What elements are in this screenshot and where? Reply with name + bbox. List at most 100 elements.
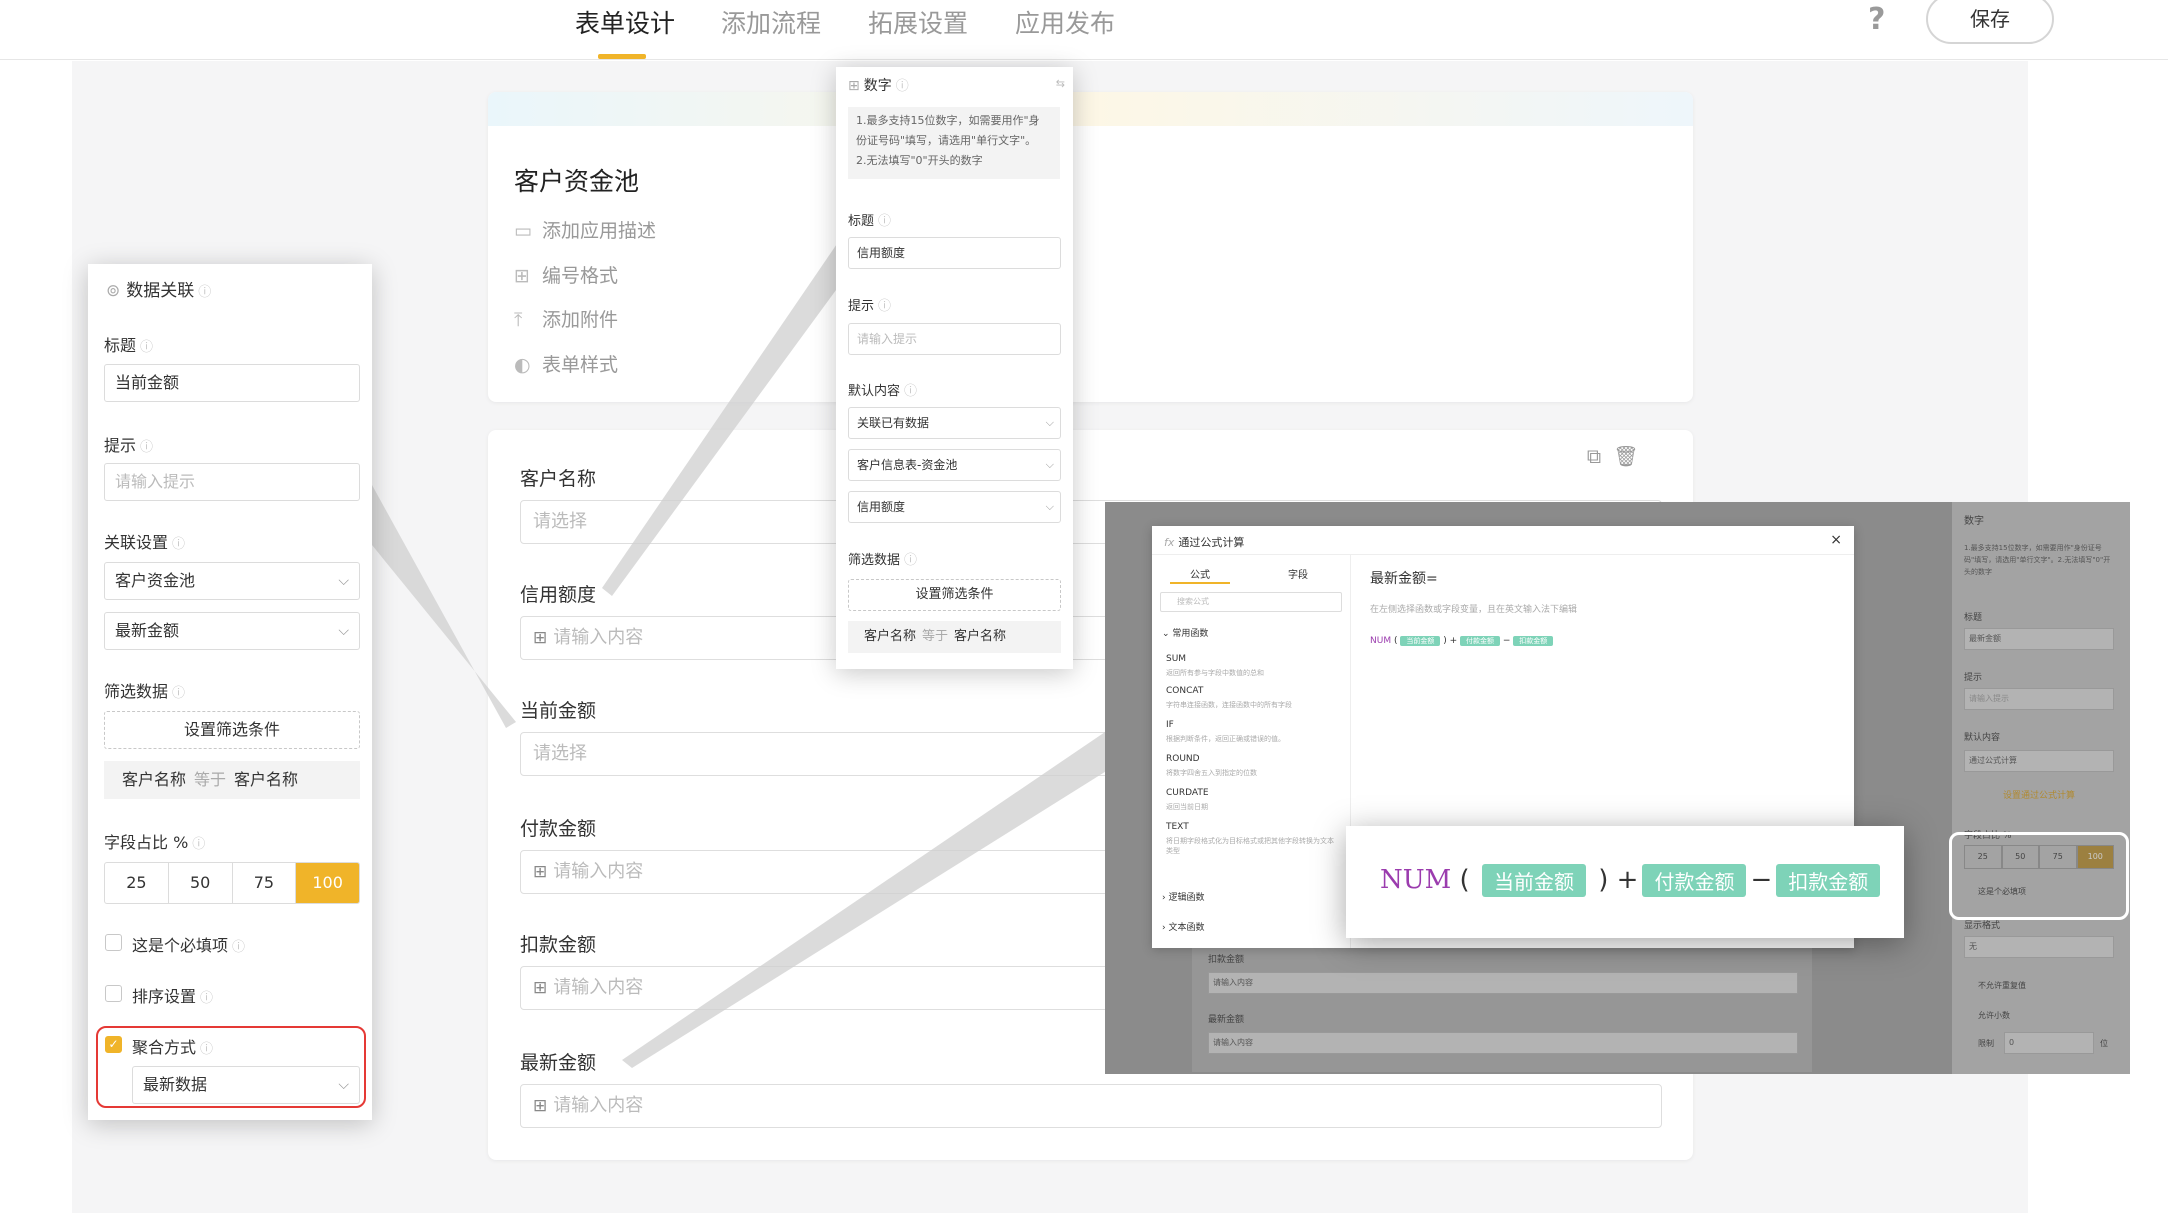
help-icon: ⓘ [172,686,186,701]
formula-chip-current-amount: 当前金额 [1481,864,1586,897]
title-input[interactable]: 当前金额 [104,364,360,402]
required-checkbox[interactable] [105,934,122,951]
filter-operator: 等于 [922,629,949,644]
label-text: 筛选数据 [848,553,901,568]
group-common[interactable]: ⌄ 常用函数 [1162,626,1208,639]
number-icon: ⊞ [848,78,860,94]
dimmed-label: 最新金额 [1208,1015,1245,1025]
function-desc: 将数字四舍五入到指定的位数 [1166,769,1257,777]
group-label: 文本函数 [1168,923,1205,933]
number-field-settings-panel: ⊞ 数字 ⓘ ⇆ 1.最多支持15位数字，如需要用作"身 份证号码"填写，请选用"单… [836,67,1073,669]
formula-target: 最新金额= [1370,571,1438,587]
formula-editor-small[interactable]: NUM ( 当前金额 ) + 付款金额 − 扣款金额 [1370,636,1554,646]
link-form-select[interactable]: 客户资金池 ⌵ [104,562,360,600]
title-input: 最新金额 [1964,628,2114,650]
function-if[interactable]: IF [1166,720,1174,730]
filter-right: 客户名称 [954,629,1007,644]
link-icon: ⊚ [106,281,121,301]
panel-title: 数字 [1964,516,1984,527]
label-text: 排序设置 [132,987,197,1006]
width-option-100[interactable]: 100 [296,863,359,903]
help-icon: ⓘ [200,991,214,1006]
sort-checkbox[interactable] [105,985,122,1002]
fx-icon: fx [1164,536,1175,549]
panel-header: ⊞ 数字 ⓘ [848,75,909,95]
group-text[interactable]: › 文本函数 [1162,920,1204,933]
default-select: 通过公式计算 [1964,750,2114,772]
dimmed-placeholder: 请输入内容 [1213,978,1253,987]
sort-label: 排序设置 ⓘ [132,983,213,1007]
function-concat[interactable]: CONCAT [1166,686,1203,696]
dimmed-placeholder: 请输入内容 [1213,1038,1253,1047]
formula-chip-deduct-amount: 扣款金额 [1776,864,1881,897]
default-content-label: 默认内容 ⓘ [848,380,917,399]
no-repeat-label: 不允许重复值 [1978,981,2026,990]
swap-icon[interactable]: ⇆ [1056,77,1065,90]
panel-title: 数字 [863,78,892,94]
filter-condition-row[interactable]: 客户名称 等于 客户名称 [104,761,360,799]
dimmed-label: 扣款金额 [1208,955,1245,965]
aggregate-highlight-box [96,1026,366,1108]
hint-label: 提示 [1964,673,1983,683]
help-icon: ⓘ [198,285,212,300]
formula-function: NUM [1380,865,1452,895]
help-icon: ⓘ [904,553,918,568]
width-ratio-segmented: 25 50 75 100 [104,862,360,904]
select-value: 客户信息表-资金池 [857,458,958,472]
formula-chip: 扣款金额 [1513,636,1554,646]
panel-header: ⊚ 数据关联 ⓘ [106,276,211,301]
group-label: 逻辑函数 [1168,893,1205,903]
link-field-select[interactable]: 最新金额 ⌵ [104,612,360,650]
note-line: 份证号码"填写，请选用"单行文字"。 [856,134,1037,147]
width-option-50[interactable]: 50 [169,863,233,903]
help-icon: ⓘ [904,384,918,399]
set-filter-button[interactable]: 设置筛选条件 [104,711,360,749]
help-icon: ⓘ [878,299,892,314]
width-option-25[interactable]: 25 [105,863,169,903]
function-curdate[interactable]: CURDATE [1166,788,1209,798]
chevron-down-icon: ⌵ [338,573,349,589]
dimmed-input: 请输入内容 [1208,972,1798,994]
title-label: 标题 ⓘ [104,332,153,356]
group-label: 常用函数 [1172,629,1209,639]
tab-field[interactable]: 字段 [1288,566,1308,581]
function-sum[interactable]: SUM [1166,654,1186,664]
formula-search-input[interactable]: 搜索公式 [1160,592,1342,612]
display-select: 无 [1964,936,2114,958]
note-line: 2.无法填写"0"开头的数字 [856,154,983,167]
chevron-down-icon: ⌵ [1045,500,1054,513]
width-option-75[interactable]: 75 [233,863,297,903]
hint-input[interactable]: 请输入提示 [104,463,360,501]
width-highlight-box [1949,832,2129,920]
search-placeholder: 搜索公式 [1177,597,1209,606]
group-logic[interactable]: › 逻辑函数 [1162,890,1204,903]
hint-input[interactable]: 请输入提示 [848,323,1061,355]
label-text: 默认内容 [848,384,901,399]
formula-chip-payment-amount: 付款金额 [1642,864,1747,897]
help-icon: ⓘ [192,837,206,852]
formula-operator: + [1449,636,1458,646]
label-text: 提示 [848,299,875,314]
label-text: 标题 [848,214,875,229]
limit-input: 0 [2004,1032,2094,1054]
label-text: 这是个必填项 [132,936,229,955]
formula-expression: NUM ( 当前金额 ) + 付款金额 − 扣款金额 [1380,864,1884,897]
filter-left: 客户名称 [122,770,187,789]
default-label: 默认内容 [1964,733,2001,743]
function-text[interactable]: TEXT [1166,822,1189,832]
help-icon: ⓘ [232,940,246,955]
formula-instruction: 在左侧选择函数或字段变量，且在英文输入法下编辑 [1370,605,1578,615]
help-icon: ⓘ [895,79,909,94]
filter-condition-row[interactable]: 客户名称 等于 客户名称 [848,621,1061,653]
default-field-select[interactable]: 信用额度 ⌵ [848,491,1061,523]
function-round[interactable]: ROUND [1166,754,1200,764]
default-source-select[interactable]: 关联已有数据 ⌵ [848,407,1061,439]
formula-zoom-callout: NUM ( 当前金额 ) + 付款金额 − 扣款金额 [1346,826,1904,938]
tab-formula[interactable]: 公式 [1190,566,1210,581]
label-text: 字段占比 % [104,833,189,852]
close-icon[interactable]: × [1830,532,1842,548]
title-input[interactable]: 信用额度 [848,237,1061,269]
default-form-select[interactable]: 客户信息表-资金池 ⌵ [848,449,1061,481]
set-filter-button[interactable]: 设置筛选条件 [848,579,1061,611]
width-ratio-label: 字段占比 % ⓘ [104,829,205,853]
